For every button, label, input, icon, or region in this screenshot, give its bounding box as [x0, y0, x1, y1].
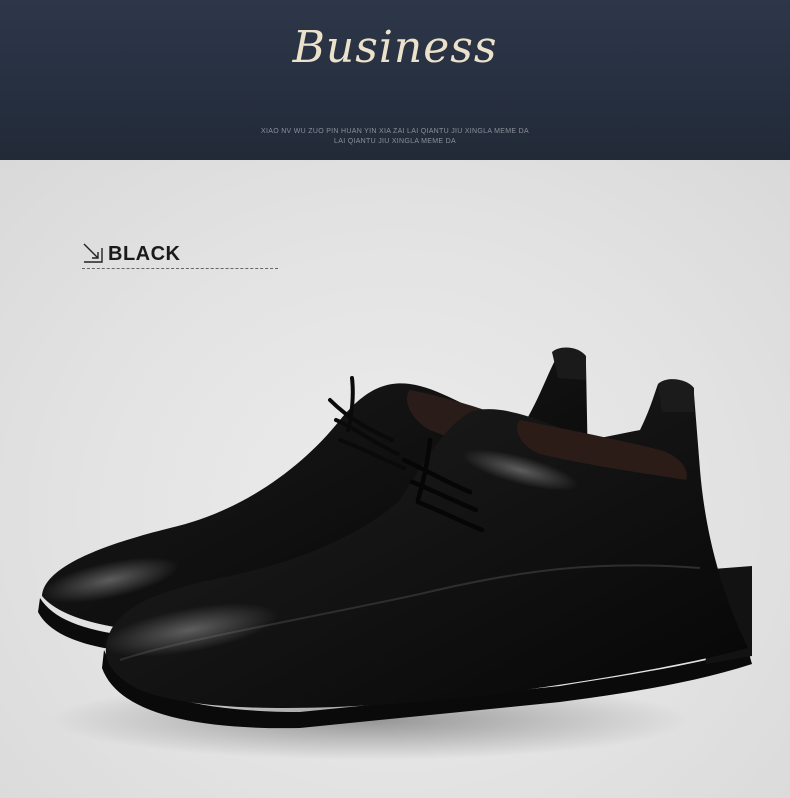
dashed-divider — [82, 268, 278, 269]
color-name: BLACK — [108, 243, 181, 265]
product-photo-shoes — [38, 347, 752, 760]
arrow-down-right-icon — [83, 243, 103, 263]
